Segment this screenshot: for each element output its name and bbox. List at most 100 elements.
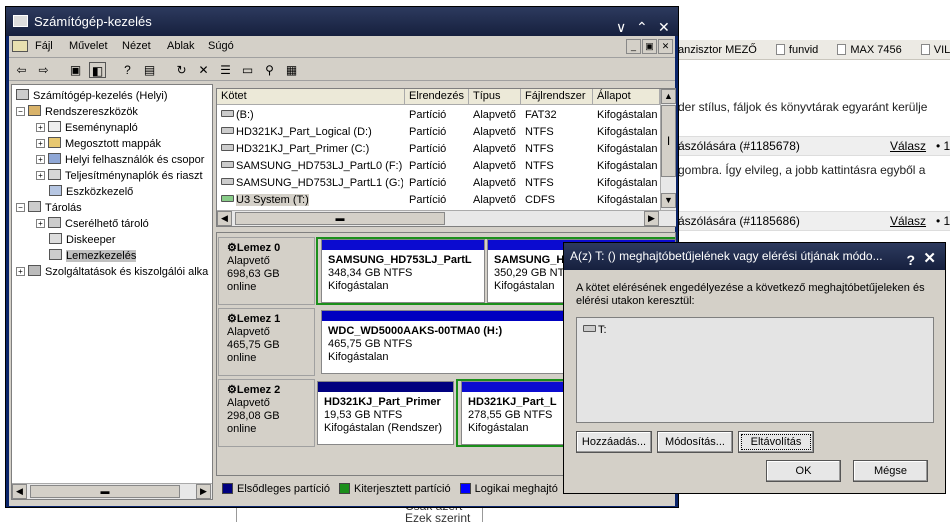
forward-icon[interactable]: ⇨ bbox=[35, 62, 52, 78]
back-icon[interactable]: ⇦ bbox=[13, 62, 30, 78]
menu-view[interactable]: Nézet bbox=[122, 40, 151, 52]
volume-list-horizontal-scrollbar[interactable]: ◀ ▬ ▶ bbox=[217, 210, 676, 226]
shared-folder-icon bbox=[48, 137, 61, 148]
disk-icon: ⚙ bbox=[227, 313, 237, 325]
partition[interactable]: HD321KJ_Part_Primer 19,53 GB NTFS Kifogást… bbox=[317, 381, 454, 445]
scroll-left-icon[interactable]: ◀ bbox=[217, 211, 232, 226]
drive-icon bbox=[221, 127, 234, 134]
tree-item-shared-folders[interactable]: + Megosztott mappák bbox=[36, 137, 161, 151]
computer-icon bbox=[13, 15, 28, 27]
console-icon[interactable] bbox=[12, 40, 28, 52]
dialog-title: A(z) T: () meghajtóbetűjelének vagy elér… bbox=[570, 249, 883, 263]
volume-row-selected[interactable]: U3 System (T:) Partíció Alapvető CDFS Ki… bbox=[217, 192, 660, 209]
volume-row[interactable]: SAMSUNG_HD753LJ_PartL1 (G:) Partíció Ala… bbox=[217, 175, 660, 192]
ok-button[interactable]: OK bbox=[766, 460, 841, 482]
settings-icon[interactable]: ▦ bbox=[283, 62, 300, 78]
refresh-icon[interactable]: ↻ bbox=[173, 62, 190, 78]
tree-item-root[interactable]: Számítógép-kezelés (Helyi) bbox=[16, 89, 168, 103]
remove-button[interactable]: Eltávolítás bbox=[738, 431, 814, 453]
up-folder-icon[interactable]: ▣ bbox=[67, 62, 84, 78]
child-close-icon[interactable]: ✕ bbox=[658, 39, 673, 54]
partition[interactable]: SAMSUNG_HD753LJ_PartL 348,34 GB NTFS Kifog… bbox=[321, 239, 485, 303]
disk-info: ⚙Lemez 0 Alapvető 698,63 GB online bbox=[218, 237, 315, 305]
scroll-right-icon[interactable]: ▶ bbox=[644, 211, 659, 226]
col-type[interactable]: Típus bbox=[469, 89, 521, 105]
cd-drive-icon bbox=[221, 195, 234, 202]
bookmark-3[interactable]: MAX 7456 bbox=[837, 44, 909, 56]
bookmark-4[interactable]: VILÁG V bbox=[920, 44, 950, 56]
menu-file[interactable]: Fájl bbox=[35, 40, 53, 52]
computer-icon bbox=[16, 89, 29, 100]
list-item[interactable]: T: bbox=[583, 324, 607, 336]
tree-item-device-manager[interactable]: Eszközkezelő bbox=[49, 185, 133, 199]
add-button[interactable]: Hozzáadás... bbox=[576, 431, 652, 453]
reply-link-2[interactable]: Válasz bbox=[890, 212, 926, 231]
cancel-button[interactable]: Mégse bbox=[853, 460, 928, 482]
toolbar: ⇦ ⇨ ▣ ◧ ? ▤ ↻ ✕ ☰ ▭ ⚲ ▦ bbox=[9, 59, 675, 81]
dialog-titlebar[interactable]: A(z) T: () meghajtóbetűjelének vagy elér… bbox=[564, 243, 945, 270]
tree-item-services[interactable]: + Szolgáltatások és kiszolgálói alka bbox=[16, 265, 208, 279]
tree-item-removable[interactable]: + Cserélhető tároló bbox=[36, 217, 149, 231]
scroll-thumb[interactable]: ▬ bbox=[30, 485, 180, 498]
show-tree-icon[interactable]: ◧ bbox=[89, 62, 106, 78]
device-manager-icon bbox=[49, 185, 62, 196]
tree-item-event-viewer[interactable]: + Eseménynapló bbox=[36, 121, 138, 135]
window-titlebar[interactable]: Számítógép-kezelés ∨ ⌃ ✕ bbox=[6, 7, 678, 36]
help-icon[interactable]: ? bbox=[906, 247, 915, 270]
view-icon[interactable]: ▤ bbox=[141, 62, 158, 78]
tree-horizontal-scrollbar[interactable]: ◀ ▬ ▶ bbox=[12, 483, 212, 499]
modify-button[interactable]: Módosítás... bbox=[657, 431, 733, 453]
menu-action[interactable]: Művelet bbox=[69, 40, 108, 52]
drive-icon bbox=[221, 144, 234, 151]
page-icon bbox=[775, 44, 785, 55]
volume-row[interactable]: HD321KJ_Part_Primer (C:) Partíció Alapve… bbox=[217, 141, 660, 158]
tree-item-system-tools[interactable]: − Rendszereszközök bbox=[16, 105, 138, 119]
tree-item-local-users[interactable]: + Helyi felhasználók és csopor bbox=[36, 153, 204, 167]
bookmark-1[interactable]: anzisztor MEZŐ bbox=[678, 44, 765, 56]
tree-item-disk-management[interactable]: Lemezkezelés bbox=[49, 249, 137, 263]
close-icon[interactable]: ✕ bbox=[923, 246, 936, 270]
defrag-icon bbox=[49, 233, 62, 244]
disk-icon: ⚙ bbox=[227, 384, 237, 396]
menu-window[interactable]: Ablak bbox=[167, 40, 195, 52]
removable-storage-icon bbox=[48, 217, 61, 228]
post-text-1: der stílus, fáljok és könyvtárak egyarán… bbox=[678, 100, 928, 114]
scroll-thumb[interactable]: I bbox=[661, 105, 676, 177]
scroll-down-icon[interactable]: ▼ bbox=[661, 193, 676, 208]
drive-path-list[interactable]: T: bbox=[576, 317, 934, 423]
tree-item-diskeeper[interactable]: Diskeeper bbox=[49, 233, 116, 247]
scroll-left-icon[interactable]: ◀ bbox=[12, 484, 27, 499]
reply-link-1[interactable]: Válasz bbox=[890, 137, 926, 156]
volume-list-vertical-scrollbar[interactable]: ▲ I ▼ bbox=[660, 89, 676, 210]
performance-icon bbox=[48, 169, 61, 180]
page-icon bbox=[837, 44, 847, 55]
tree-item-storage[interactable]: − Tárolás bbox=[16, 201, 82, 215]
help-icon[interactable]: ? bbox=[119, 62, 136, 78]
child-restore-icon[interactable]: ▣ bbox=[642, 39, 657, 54]
disk-icon: ⚙ bbox=[227, 242, 237, 254]
col-status[interactable]: Állapot bbox=[593, 89, 660, 105]
change-drive-letter-dialog: A(z) T: () meghajtóbetűjelének vagy elér… bbox=[563, 242, 946, 494]
legend-swatch bbox=[459, 483, 471, 494]
scroll-up-icon[interactable]: ▲ bbox=[661, 89, 676, 104]
scroll-right-icon[interactable]: ▶ bbox=[196, 484, 211, 499]
volume-row[interactable]: (B:) Partíció Alapvető FAT32 Kifogástala… bbox=[217, 107, 660, 124]
child-minimize-icon[interactable]: _ bbox=[626, 39, 641, 54]
delete-icon[interactable]: ✕ bbox=[195, 62, 212, 78]
col-volume[interactable]: Kötet bbox=[217, 89, 405, 105]
bookmark-2[interactable]: funvid bbox=[775, 44, 826, 56]
search-icon[interactable]: ⚲ bbox=[261, 62, 278, 78]
tree-item-perf-logs[interactable]: + Teljesítménynaplók és riaszt bbox=[36, 169, 203, 183]
scroll-thumb[interactable]: ▬ bbox=[235, 212, 445, 225]
col-filesystem[interactable]: Fájlrendszer bbox=[521, 89, 593, 105]
users-icon bbox=[48, 153, 61, 164]
col-layout[interactable]: Elrendezés bbox=[405, 89, 469, 105]
disk-info: ⚙Lemez 2 Alapvető 298,08 GB online bbox=[218, 379, 315, 447]
volume-row[interactable]: HD321KJ_Part_Logical (D:) Partíció Alapv… bbox=[217, 124, 660, 141]
storage-icon bbox=[28, 201, 41, 212]
volume-row[interactable]: SAMSUNG_HD753LJ_PartL0 (F:) Partíció Ala… bbox=[217, 158, 660, 175]
menu-help[interactable]: Súgó bbox=[208, 40, 234, 52]
drive-icon bbox=[221, 110, 234, 117]
properties-icon[interactable]: ☰ bbox=[217, 62, 234, 78]
open-icon[interactable]: ▭ bbox=[239, 62, 256, 78]
